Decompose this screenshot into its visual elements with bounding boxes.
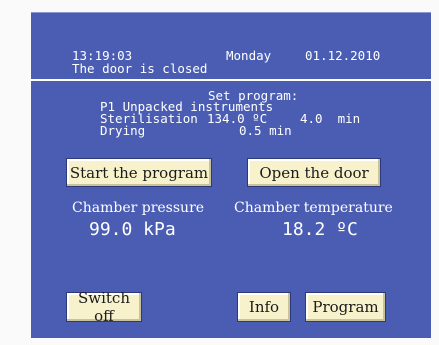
date: 01.12.2010 — [305, 48, 381, 63]
door-status: The door is closed — [72, 61, 208, 76]
drying-time: 0.5 min — [239, 123, 292, 138]
chamber-pressure-value: 99.0 kPa — [89, 219, 176, 240]
open-door-button[interactable]: Open the door — [247, 158, 381, 187]
drying-label: Drying — [100, 123, 146, 138]
control-panel: 13:19:03 Monday 01.12.2010 The door is c… — [31, 12, 431, 338]
chamber-temperature-label: Chamber temperature — [234, 200, 393, 216]
chamber-temperature-value: 18.2 ºC — [282, 219, 358, 240]
weekday: Monday — [226, 48, 272, 63]
program-button[interactable]: Program — [305, 292, 386, 322]
start-program-button[interactable]: Start the program — [66, 158, 212, 187]
header-divider — [31, 79, 431, 81]
chamber-pressure-label: Chamber pressure — [72, 200, 205, 216]
info-button[interactable]: Info — [237, 292, 291, 322]
switch-off-button[interactable]: Switch off — [66, 289, 142, 325]
screen: 13:19:03 Monday 01.12.2010 The door is c… — [0, 0, 439, 345]
sterilisation-time: 4.0 min — [300, 111, 361, 126]
